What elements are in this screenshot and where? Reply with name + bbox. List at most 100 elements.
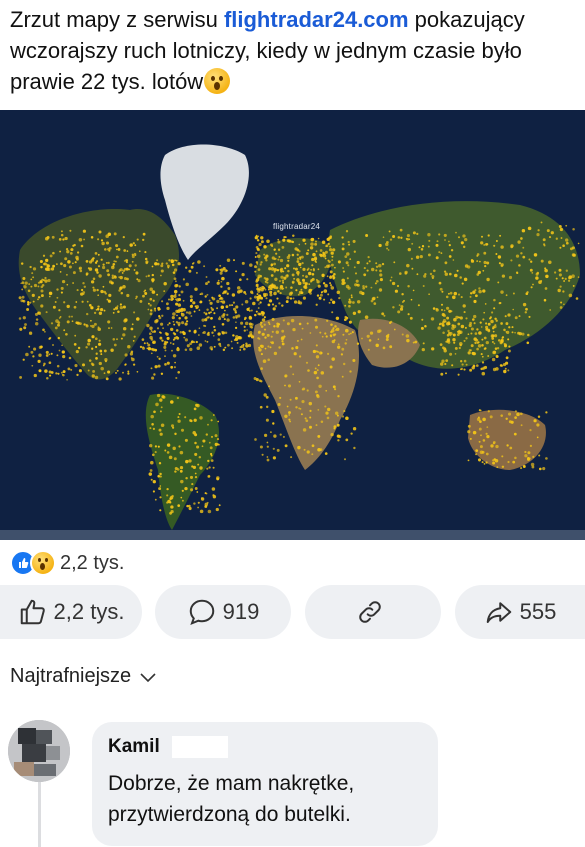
flight-dot: [493, 350, 497, 354]
flight-dot: [221, 300, 226, 304]
flight-dot: [467, 459, 470, 462]
flight-dot: [223, 318, 226, 321]
comment-author[interactable]: Kamil: [108, 736, 160, 758]
flight-dot: [130, 327, 134, 331]
flight-dot: [493, 244, 496, 247]
flight-dot: [474, 332, 478, 335]
flight-dot: [259, 345, 262, 348]
flight-dot: [60, 286, 64, 290]
flight-dot: [163, 290, 166, 292]
flight-dot: [224, 309, 226, 312]
flight-dot: [54, 301, 57, 303]
like-button[interactable]: 2,2 tys.: [0, 585, 142, 639]
flight-dot: [207, 316, 210, 319]
flight-dot: [536, 233, 540, 237]
commenter-avatar[interactable]: [8, 720, 70, 782]
reaction-summary[interactable]: 2,2 tys.: [10, 549, 124, 577]
flight-dot: [71, 315, 73, 318]
flight-dot: [100, 308, 104, 312]
flight-dot: [232, 334, 235, 337]
flight-dot: [45, 311, 48, 314]
flight-dot: [478, 287, 481, 290]
flight-dot: [224, 290, 228, 293]
flight-dot: [237, 290, 241, 294]
flight-dot: [538, 467, 542, 471]
flight-dot: [240, 321, 244, 325]
flight-dot: [577, 242, 580, 245]
flight-dot: [263, 393, 267, 397]
flight-dot: [146, 323, 150, 328]
flight-dot: [96, 271, 99, 274]
flight-dot: [45, 267, 50, 271]
flight-dot: [202, 439, 206, 443]
flight-dot: [95, 357, 98, 360]
comment-sort-dropdown[interactable]: Najtrafniejsze: [10, 665, 157, 688]
flight-map-image[interactable]: flightradar24: [0, 110, 585, 540]
flight-dot: [365, 234, 369, 237]
flight-dot: [261, 453, 264, 456]
flight-dot: [347, 240, 350, 244]
flight-dot: [457, 236, 461, 239]
flight-dot: [198, 455, 202, 459]
flight-dot: [105, 241, 110, 245]
flight-dot: [315, 350, 318, 353]
flight-dot: [166, 501, 169, 504]
flight-dot: [214, 434, 218, 438]
flight-dot: [69, 252, 73, 255]
flight-dot: [308, 283, 311, 285]
flight-dot: [332, 385, 336, 389]
flight-dot: [266, 458, 270, 462]
flight-dot: [193, 310, 196, 313]
flight-dot: [481, 461, 484, 464]
flight-dot: [215, 268, 219, 272]
flight-dot: [170, 298, 174, 301]
flight-dot: [479, 321, 482, 324]
share-button[interactable]: 555: [455, 585, 585, 639]
flight-dot: [196, 445, 200, 449]
flight-dot: [504, 315, 507, 318]
comment-button[interactable]: 919: [155, 585, 291, 639]
flight-dot: [462, 245, 466, 249]
flight-dot: [483, 251, 487, 255]
flight-dot: [415, 255, 420, 259]
flight-dot: [514, 410, 517, 413]
flight-dot: [260, 367, 263, 370]
flight-dot: [22, 358, 25, 361]
map-watermark: flightradar24: [273, 222, 321, 231]
flight-dot: [186, 504, 189, 508]
flightradar-link[interactable]: flightradar24.com: [224, 7, 409, 32]
flight-dot: [346, 252, 350, 256]
flight-dot: [269, 431, 272, 434]
flight-dot: [40, 304, 44, 308]
flight-dot: [177, 321, 181, 326]
flight-dot: [166, 306, 170, 311]
flight-dot: [422, 342, 425, 345]
flight-dot: [532, 283, 534, 286]
flight-dot: [209, 446, 213, 450]
flight-dot: [337, 345, 341, 349]
flight-dot: [254, 438, 257, 441]
flight-dot: [273, 262, 276, 266]
flight-dot: [274, 257, 277, 260]
flight-dot: [284, 267, 287, 270]
flight-dot: [200, 497, 205, 501]
flight-dot: [188, 459, 192, 463]
copy-link-button[interactable]: [305, 585, 441, 639]
flight-dot: [319, 331, 322, 334]
flight-dot: [48, 291, 53, 296]
flight-dot: [388, 230, 391, 233]
flight-dot: [178, 317, 181, 320]
flight-dot: [397, 310, 401, 314]
flight-dot: [444, 272, 448, 276]
thread-line: [38, 782, 41, 847]
flight-dot: [501, 455, 504, 458]
flight-dot: [379, 273, 383, 277]
flight-dot: [460, 324, 465, 329]
flight-dot: [266, 239, 270, 244]
flight-dot: [72, 271, 76, 275]
flight-dot: [74, 261, 77, 264]
flight-dot: [172, 343, 175, 345]
flight-dot: [159, 274, 162, 277]
flight-dot: [119, 305, 124, 310]
flight-dot: [48, 370, 52, 374]
